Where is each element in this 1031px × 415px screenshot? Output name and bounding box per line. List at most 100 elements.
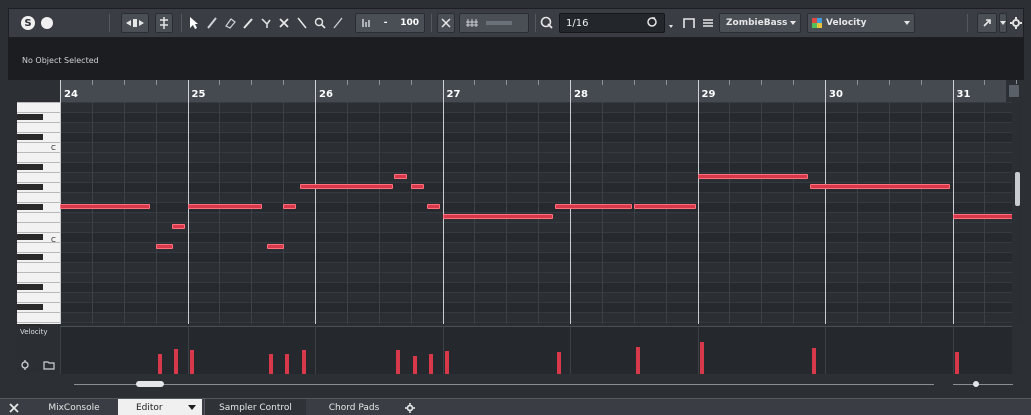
black-key[interactable] <box>17 114 43 120</box>
midi-note[interactable] <box>952 214 1012 219</box>
ruler-bar-label: 29 <box>701 89 716 100</box>
black-key[interactable] <box>17 184 43 190</box>
bar-gridline <box>952 102 954 324</box>
midi-note[interactable] <box>809 184 951 189</box>
midi-note[interactable] <box>266 244 284 249</box>
insert-velocity-field[interactable]: - 100 <box>355 13 425 33</box>
black-key[interactable] <box>17 304 43 310</box>
settings-button[interactable] <box>1009 13 1023 33</box>
velocity-bar[interactable] <box>174 349 179 375</box>
velocity-bar-gridline <box>187 327 189 375</box>
quantize-value-field[interactable]: 1/16 <box>559 13 665 33</box>
export-dropdown[interactable] <box>999 13 1007 33</box>
midi-note[interactable] <box>299 184 394 189</box>
tab-settings-button[interactable] <box>402 399 418 415</box>
bar-gridline <box>187 102 189 324</box>
quantize-preset[interactable] <box>459 13 529 33</box>
midi-note[interactable] <box>187 204 262 209</box>
record-button[interactable] <box>39 13 55 33</box>
note-grid[interactable] <box>60 102 1012 324</box>
velocity-bar[interactable] <box>268 353 273 375</box>
beat-gridline <box>474 102 476 324</box>
quantize-dropdown[interactable] <box>667 13 675 33</box>
ruler-options-button[interactable] <box>1008 84 1020 98</box>
midi-note[interactable] <box>554 204 632 209</box>
track-list-button[interactable] <box>701 13 715 33</box>
black-key[interactable] <box>17 204 43 210</box>
midi-note[interactable] <box>697 174 808 179</box>
quantize-icon-button[interactable] <box>539 13 555 33</box>
velocity-bar[interactable] <box>556 352 561 375</box>
midi-note[interactable] <box>410 184 424 189</box>
draw-tool[interactable] <box>205 13 219 33</box>
solo-button[interactable]: S <box>19 13 37 33</box>
tab-mixconsole[interactable]: MixConsole <box>30 399 118 415</box>
velocity-bar[interactable] <box>285 353 290 375</box>
black-key[interactable] <box>17 254 43 260</box>
trim-tool[interactable] <box>241 13 255 33</box>
tab-editor[interactable]: Editor <box>118 399 202 415</box>
lane-folder-icon[interactable] <box>43 360 55 370</box>
horizontal-scroll-track[interactable] <box>74 384 934 385</box>
velocity-bar[interactable] <box>301 350 306 375</box>
erase-tool[interactable] <box>223 13 237 33</box>
velocity-bar[interactable] <box>699 342 704 375</box>
export-button[interactable] <box>977 13 997 33</box>
velocity-bar[interactable] <box>412 355 417 375</box>
horizontal-scroll-thumb[interactable] <box>136 381 164 387</box>
midi-note[interactable] <box>60 204 150 209</box>
black-key[interactable] <box>17 164 43 170</box>
midi-note[interactable] <box>427 204 441 209</box>
midi-note[interactable] <box>283 204 297 209</box>
velocity-lane[interactable] <box>60 326 1012 375</box>
split-tool[interactable] <box>259 13 273 33</box>
velocity-bar[interactable] <box>189 350 194 375</box>
black-key[interactable] <box>17 134 43 140</box>
controller-lane-selector[interactable]: Velocity <box>807 13 915 33</box>
pitch-row <box>60 232 1012 242</box>
pitch-row <box>60 252 1012 262</box>
velocity-bar[interactable] <box>157 354 162 375</box>
midi-note[interactable] <box>633 204 696 209</box>
black-key[interactable] <box>17 234 43 240</box>
velocity-bar[interactable] <box>635 346 640 375</box>
quantize-mode-icon <box>646 16 658 31</box>
velocity-bar[interactable] <box>444 350 449 375</box>
velocity-bar[interactable] <box>954 352 959 375</box>
auto-scroll-button[interactable] <box>121 13 149 33</box>
list-icon <box>703 19 713 27</box>
snap-button[interactable] <box>155 13 173 33</box>
draw-icon <box>207 17 217 29</box>
key-divider <box>17 292 60 293</box>
close-lower-zone-button[interactable] <box>6 399 22 415</box>
line-tool[interactable] <box>331 13 345 33</box>
pointer-tool[interactable] <box>187 13 201 33</box>
piano-keyboard[interactable]: CC <box>17 102 61 330</box>
midi-note[interactable] <box>442 214 553 219</box>
tab-sampler-control[interactable]: Sampler Control <box>204 399 306 415</box>
mute-tool[interactable] <box>277 13 291 33</box>
velocity-bar[interactable] <box>429 354 434 375</box>
velocity-bar[interactable] <box>396 350 401 375</box>
midi-note[interactable] <box>155 244 173 249</box>
tab-chord-pads[interactable]: Chord Pads <box>306 399 402 415</box>
ruler-beat-tick <box>155 80 157 85</box>
track-lane-button[interactable] <box>681 13 697 33</box>
midi-note[interactable] <box>394 174 408 179</box>
black-key[interactable] <box>17 284 43 290</box>
velocity-bar[interactable] <box>811 347 816 375</box>
vertical-scrollbar[interactable] <box>1013 102 1022 324</box>
zoom-slider-knob[interactable] <box>973 381 979 387</box>
zoom-tool[interactable] <box>313 13 327 33</box>
bar-ruler[interactable]: 24 25 26 27 28 29 30 31 <box>60 80 1018 103</box>
pitch-row <box>60 302 1012 312</box>
pitch-row <box>60 282 1012 292</box>
zoom-slider-track[interactable] <box>953 384 1013 385</box>
pitch-row <box>60 222 1012 232</box>
track-selector[interactable]: ZombieBass <box>719 13 801 33</box>
quantize-toggle[interactable] <box>437 13 455 33</box>
add-lane-icon[interactable] <box>20 360 30 370</box>
glue-tool[interactable] <box>295 13 309 33</box>
midi-note[interactable] <box>172 224 186 229</box>
vertical-scroll-thumb[interactable] <box>1015 172 1020 206</box>
